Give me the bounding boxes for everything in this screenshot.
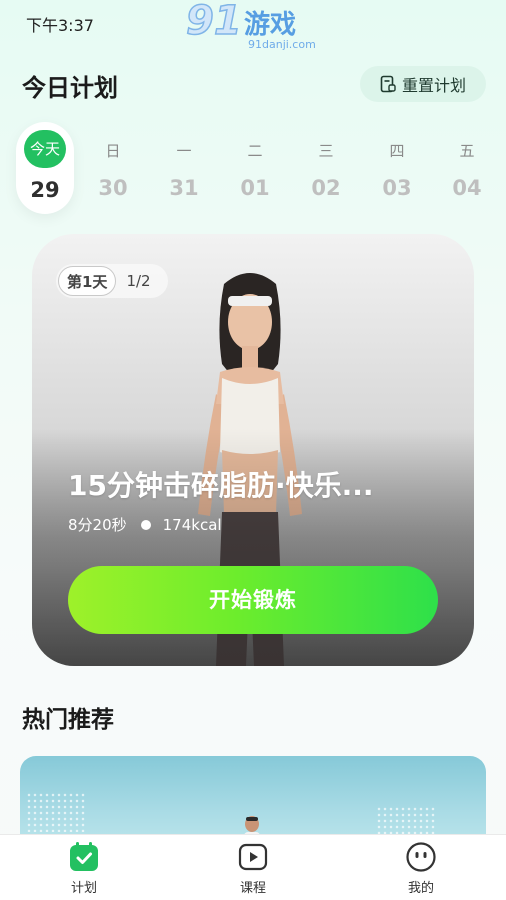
- day-today[interactable]: 今天 29: [16, 122, 74, 214]
- watermark-site: 91danji.com: [248, 38, 316, 51]
- workout-card[interactable]: 第1天 1/2 15分钟击碎脂肪·快乐... 8分20秒 174kcal 开始锻…: [32, 234, 474, 666]
- day-date: 02: [311, 176, 341, 200]
- section-title-recommend: 热门推荐: [22, 707, 114, 733]
- play-icon: [238, 843, 268, 871]
- page-title: 今日计划: [22, 74, 118, 102]
- workout-title: 15分钟击碎脂肪·快乐...: [68, 469, 374, 502]
- day-label: 一: [176, 142, 192, 160]
- workout-calories: 174kcal: [162, 515, 222, 534]
- day-sun[interactable]: 日 30: [84, 122, 142, 214]
- day-date: 04: [452, 176, 482, 200]
- day-progress-badge: 第1天 1/2: [56, 264, 168, 298]
- day-label: 二: [247, 142, 263, 160]
- tab-plan-label: 计划: [70, 881, 97, 896]
- workout-duration: 8分20秒: [68, 516, 127, 534]
- day-label: 今天: [24, 130, 66, 168]
- watermark-title: 游戏: [244, 10, 297, 40]
- day-wed[interactable]: 三 02: [297, 122, 355, 214]
- day-date: 03: [382, 176, 412, 200]
- day-tue[interactable]: 二 01: [226, 122, 284, 214]
- workout-meta: 8分20秒 174kcal: [68, 514, 222, 535]
- tab-me-label: 我的: [407, 881, 434, 896]
- day-date: 29: [30, 178, 60, 202]
- separator-dot-icon: [140, 519, 151, 530]
- bottom-tab-bar: 计划 课程 我的: [0, 834, 506, 900]
- day-label: 五: [459, 142, 475, 160]
- tab-courses[interactable]: 课程: [218, 841, 288, 897]
- reset-plan-button[interactable]: 重置计划: [360, 66, 486, 102]
- day-label: 日: [105, 142, 121, 160]
- status-time: 下午3:37: [26, 16, 94, 35]
- day-mon[interactable]: 一 31: [155, 122, 213, 214]
- day-fri[interactable]: 五 04: [438, 122, 496, 214]
- decor-dots: [26, 792, 86, 832]
- day-thu[interactable]: 四 03: [368, 122, 426, 214]
- progress-count: 1/2: [126, 272, 151, 290]
- tab-me[interactable]: 我的: [386, 841, 456, 897]
- face-icon: [406, 842, 436, 872]
- week-strip: 今天 29 日 30 一 31 二 01 三 02 四 03 五 04: [14, 122, 492, 214]
- day-badge: 第1天: [58, 266, 117, 296]
- day-label: 三: [318, 142, 334, 160]
- calendar-check-icon: [70, 842, 98, 871]
- watermark-number: 91: [185, 0, 242, 45]
- reset-plan-label: 重置计划: [401, 76, 466, 95]
- day-date: 30: [98, 176, 128, 200]
- tab-plan[interactable]: 计划: [49, 841, 119, 897]
- start-workout-button[interactable]: 开始锻炼: [68, 566, 438, 634]
- document-reset-icon: [380, 75, 396, 93]
- day-date: 31: [169, 176, 199, 200]
- watermark-logo: 91 游戏 91danji.com: [185, 0, 322, 54]
- day-date: 01: [240, 176, 270, 200]
- day-label: 四: [389, 142, 405, 160]
- tab-courses-label: 课程: [239, 881, 266, 896]
